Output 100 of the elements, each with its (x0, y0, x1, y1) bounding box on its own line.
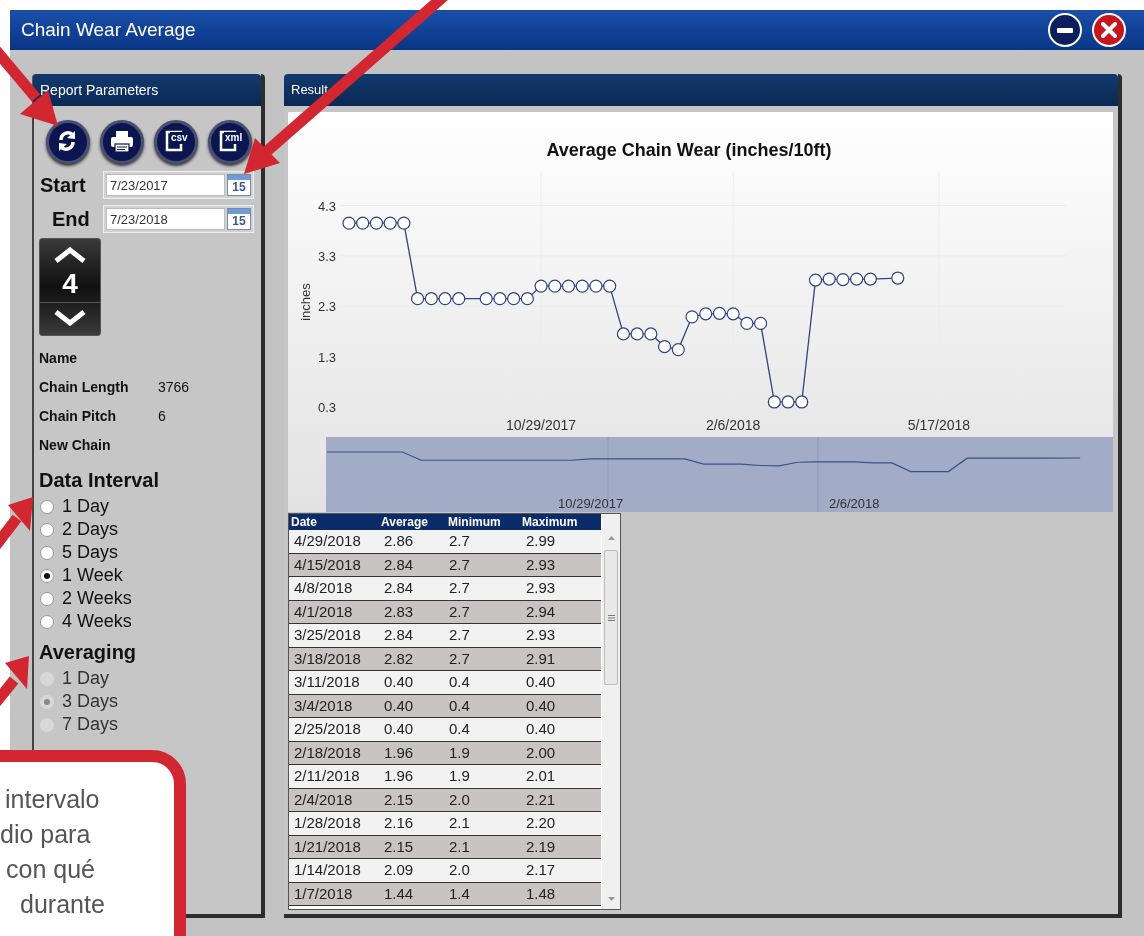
data-point (411, 292, 425, 306)
radio-option[interactable]: 1 Week (39, 564, 261, 587)
table-row[interactable]: 2/11/2018 1.96 1.9 2.01 (289, 765, 602, 789)
column-header[interactable]: Average (381, 514, 448, 530)
calendar-button[interactable]: 15 (227, 208, 251, 230)
arrow (0, 656, 29, 709)
field-label: End (51, 207, 91, 232)
column-header[interactable]: Date (289, 514, 381, 530)
date-field[interactable]: 7/23/2017 (106, 174, 225, 196)
data-point (891, 271, 905, 285)
radio-option[interactable]: 5 Days (39, 541, 261, 564)
table-row[interactable]: 2/25/2018 0.40 0.4 0.40 (289, 718, 602, 742)
panel-title: Result (291, 81, 328, 100)
callout-text: intervalo dio para con qué durante (0, 784, 106, 920)
data-point (726, 307, 740, 321)
csv-button[interactable]: csv (154, 120, 198, 164)
data-point (863, 272, 877, 286)
radio-button[interactable] (40, 499, 54, 514)
refresh-button[interactable] (46, 120, 90, 164)
data-point (644, 327, 658, 341)
table-row[interactable]: 3/25/2018 2.84 2.7 2.93 (289, 624, 602, 648)
table-row[interactable]: 3/18/2018 2.82 2.7 2.91 (289, 647, 602, 671)
printer-icon (109, 129, 135, 155)
radio-option[interactable]: 1 Day (39, 495, 261, 518)
axis-tick-label: 2.3 (318, 299, 337, 315)
data-point (836, 272, 850, 287)
scrollbar[interactable] (602, 514, 620, 909)
number-spinner[interactable]: 4 (39, 238, 101, 336)
data-point (657, 339, 672, 354)
axis-tick-label: 10/29/2017 (558, 496, 624, 511)
axis-tick-label: 0.3 (318, 400, 337, 415)
data-point (356, 216, 370, 230)
radio-option[interactable]: 2 Weeks (39, 587, 261, 610)
data-point (507, 292, 521, 306)
table-row[interactable]: 2/18/2018 1.96 1.9 2.00 (289, 741, 602, 765)
close-button[interactable] (1092, 13, 1126, 47)
calendar-button[interactable]: 15 (227, 174, 251, 196)
radio-button[interactable] (40, 568, 54, 583)
data-point (671, 342, 685, 357)
table-row[interactable]: 1/7/2018 1.44 1.4 1.48 (289, 882, 602, 906)
info-value: 6 (158, 407, 166, 426)
section-heading: Averaging (39, 640, 138, 665)
axis-tick-label: 4.3 (318, 198, 337, 214)
data-point (616, 327, 630, 341)
radio-option[interactable]: 2 Days (39, 518, 261, 541)
data-point (520, 292, 534, 306)
data-point (548, 279, 562, 293)
radio-button[interactable] (40, 614, 54, 629)
column-header[interactable]: Minimum (448, 514, 522, 530)
data-point (575, 279, 589, 293)
data-point (493, 292, 507, 306)
info-label: Name (39, 349, 79, 368)
radio-button[interactable] (40, 522, 54, 537)
chevron-up-icon (53, 247, 87, 263)
table-row[interactable]: 3/4/2018 0.40 0.4 0.40 (289, 694, 602, 718)
table-row[interactable]: 4/1/2018 2.83 2.7 2.94 (289, 600, 602, 624)
data-point (712, 306, 727, 320)
table-row[interactable]: 4/15/2018 2.84 2.7 2.93 (289, 553, 602, 577)
axis-tick-label: 3.3 (318, 248, 337, 264)
arrow (0, 497, 33, 552)
info-label: Chain Pitch (39, 407, 117, 426)
radio-option[interactable]: 4 Weeks (39, 610, 261, 633)
date-field[interactable]: 7/23/2018 (106, 208, 225, 230)
scroll-thumb[interactable] (604, 550, 618, 685)
table-row[interactable]: 4/8/2018 2.84 2.7 2.93 (289, 577, 602, 601)
data-point (342, 216, 356, 230)
table-row[interactable]: 4/29/2018 2.86 2.7 2.99 (289, 530, 602, 554)
data-point (479, 292, 493, 306)
table-row[interactable]: 1/21/2018 2.15 2.1 2.19 (289, 835, 602, 859)
data-point (850, 272, 864, 286)
radio-button[interactable] (40, 591, 54, 606)
grip-icon (607, 614, 615, 621)
radio-button[interactable] (40, 545, 54, 560)
axis-tick-label: 2/6/2018 (828, 496, 880, 511)
axis-tick-label: 1.3 (318, 349, 337, 365)
print-button[interactable] (100, 120, 144, 164)
axis-tick-label: 5/17/2018 (907, 417, 971, 433)
minimize-button[interactable] (1048, 13, 1082, 47)
column-header[interactable]: Maximum (522, 514, 600, 530)
data-point (767, 395, 781, 409)
table-row[interactable]: 2/4/2018 2.15 2.0 2.21 (289, 788, 602, 812)
data-point (808, 273, 823, 287)
navigator-drawing[interactable] (326, 436, 1113, 512)
data-point (589, 279, 603, 293)
chart-title: Average Chain Wear (inches/10ft) (546, 140, 832, 160)
data-point (424, 292, 438, 306)
table-row[interactable]: 1/14/2018 2.09 2.0 2.17 (289, 859, 602, 883)
info-label: Chain Length (39, 378, 130, 397)
axis-tick-label: 2/6/2018 (705, 417, 761, 433)
scroll-down-icon (607, 897, 615, 901)
table-row[interactable]: 1/28/2018 2.16 2.1 2.20 (289, 812, 602, 836)
axis-title: inches (298, 283, 313, 321)
info-value: 3766 (158, 378, 190, 397)
scroll-up-icon (607, 536, 615, 540)
table-row[interactable]: 3/11/2018 0.40 0.4 0.40 (289, 671, 602, 695)
radio-option: 3 Days (39, 690, 261, 713)
data-point (383, 216, 397, 230)
field-label: Start (39, 173, 87, 198)
data-point (699, 307, 713, 321)
xml-button[interactable]: xml (208, 120, 252, 164)
